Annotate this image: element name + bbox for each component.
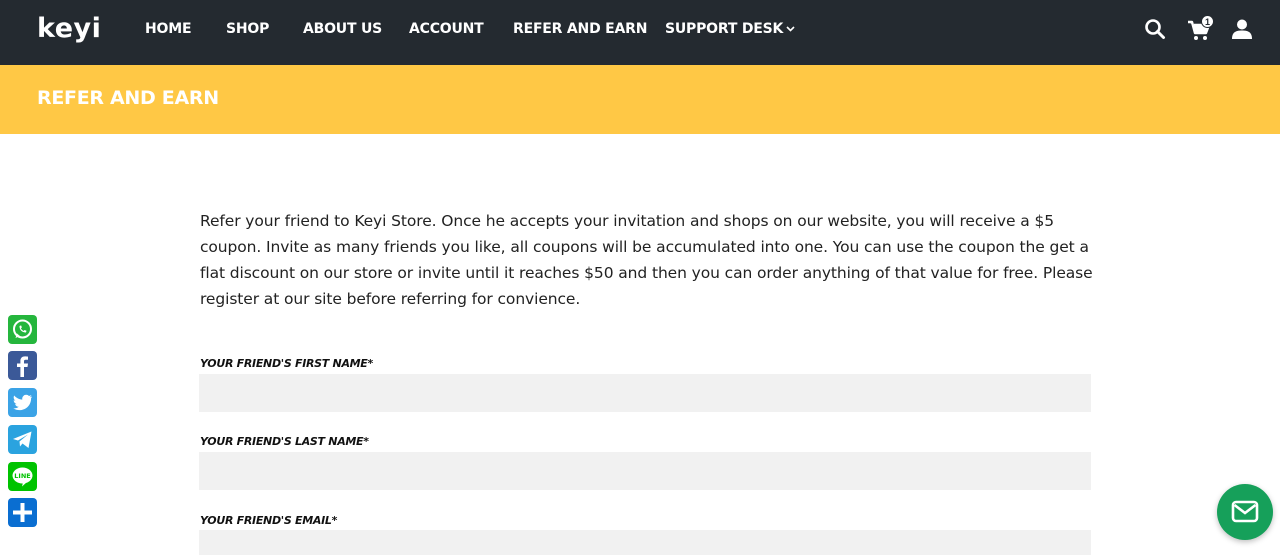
nav-support-desk[interactable]: SUPPORT DESK	[665, 20, 795, 38]
share-plus-icon[interactable]	[8, 498, 37, 527]
first-name-label: YOUR FRIEND'S FIRST NAME*	[200, 357, 373, 370]
refer-description: Refer your friend to Keyi Store. Once he…	[200, 212, 1093, 308]
nav-account[interactable]: ACCOUNT	[409, 20, 484, 38]
nav-refer-and-earn[interactable]: REFER AND EARN	[513, 20, 647, 38]
first-name-field[interactable]	[199, 374, 1091, 412]
user-icon[interactable]	[1231, 18, 1255, 42]
svg-text:LINE: LINE	[14, 472, 30, 480]
nav-support-desk-label: SUPPORT DESK	[665, 21, 784, 37]
email-label: YOUR FRIEND'S EMAIL*	[200, 514, 338, 527]
facebook-icon[interactable]	[8, 351, 37, 380]
nav-about-us[interactable]: ABOUT US	[303, 20, 382, 38]
chevron-down-icon	[786, 20, 795, 38]
last-name-label: YOUR FRIEND'S LAST NAME*	[200, 435, 369, 448]
contact-mail-button[interactable]	[1217, 484, 1273, 540]
mail-icon	[1231, 500, 1259, 523]
whatsapp-icon[interactable]	[8, 315, 37, 344]
site-logo[interactable]: keyi	[37, 12, 101, 46]
page-title: REFER AND EARN	[37, 87, 219, 109]
line-icon[interactable]: LINE	[8, 462, 37, 491]
nav-shop[interactable]: SHOP	[226, 20, 269, 38]
telegram-icon[interactable]	[8, 425, 37, 454]
last-name-field[interactable]	[199, 452, 1091, 490]
cart-count-badge: 1	[1201, 15, 1214, 28]
email-field[interactable]	[199, 530, 1091, 555]
nav-home[interactable]: HOME	[145, 20, 192, 38]
search-icon[interactable]	[1144, 18, 1168, 42]
twitter-icon[interactable]	[8, 388, 37, 417]
